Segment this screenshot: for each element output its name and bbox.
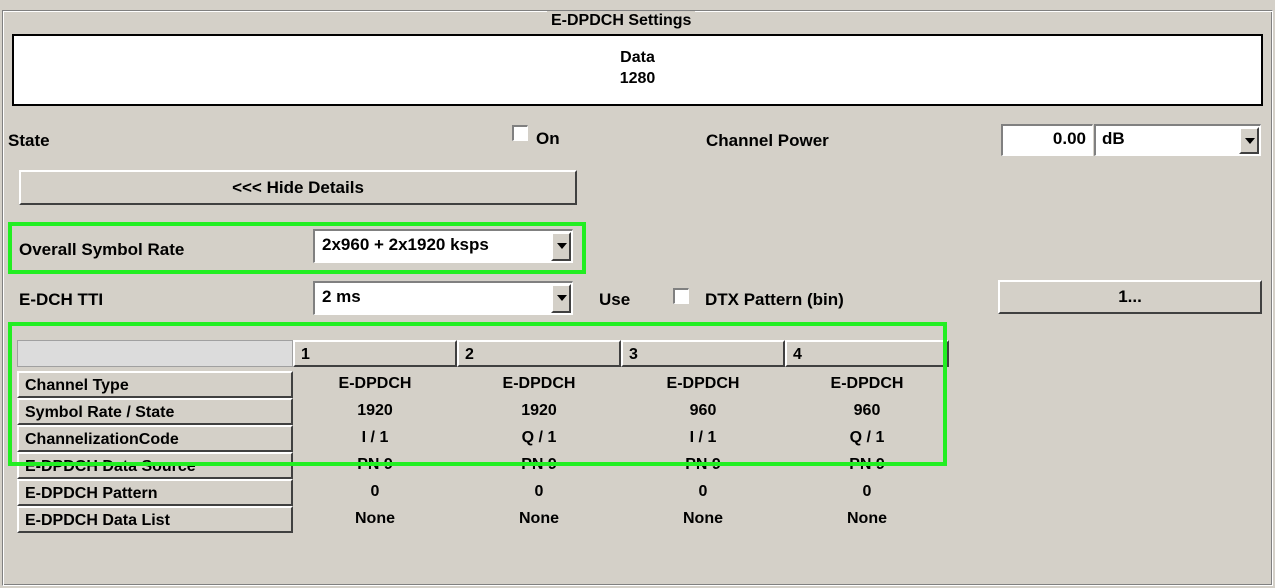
chevron-down-icon[interactable] (1239, 127, 1259, 154)
dtx-pattern-button[interactable]: 1... (998, 280, 1262, 314)
data-display-label: Data (620, 49, 655, 66)
row-label: E-DPDCH Pattern (17, 479, 293, 506)
state-label: State (8, 131, 50, 150)
edch-tti-label: E-DCH TTI (19, 290, 104, 309)
table-cell[interactable]: 0 (785, 479, 949, 506)
table-cell[interactable]: None (293, 506, 457, 533)
data-display-value: 1280 (619, 70, 656, 87)
channel-power-label: Channel Power (706, 131, 829, 150)
table-cell[interactable]: 0 (621, 479, 785, 506)
table-cell[interactable]: None (457, 506, 621, 533)
dtx-pattern-checkbox[interactable] (673, 288, 689, 304)
table-cell[interactable]: 0 (293, 479, 457, 506)
highlight-box-symbol-rate (8, 222, 586, 274)
state-checkbox[interactable] (512, 125, 528, 141)
edch-tti-select[interactable]: 2 ms (313, 281, 573, 315)
dtx-use-label: Use (599, 290, 631, 309)
row-label: E-DPDCH Data List (17, 506, 293, 533)
chevron-down-icon[interactable] (551, 284, 571, 313)
hide-details-button[interactable]: <<< Hide Details (19, 170, 577, 205)
highlight-box-table (8, 322, 947, 466)
channel-power-unit-value: dB (1102, 129, 1125, 148)
edch-tti-value: 2 ms (322, 287, 361, 306)
channel-power-input[interactable]: 0.00 (1001, 124, 1093, 156)
state-checkbox-label: On (536, 129, 560, 148)
data-display: Data 1280 (12, 34, 1263, 106)
table-cell[interactable]: 0 (457, 479, 621, 506)
panel-title: E-DPDCH Settings (547, 11, 696, 33)
channel-power-unit-select[interactable]: dB (1094, 124, 1261, 156)
dtx-pattern-label: DTX Pattern (bin) (705, 290, 844, 309)
table-cell[interactable]: None (785, 506, 949, 533)
table-cell[interactable]: None (621, 506, 785, 533)
